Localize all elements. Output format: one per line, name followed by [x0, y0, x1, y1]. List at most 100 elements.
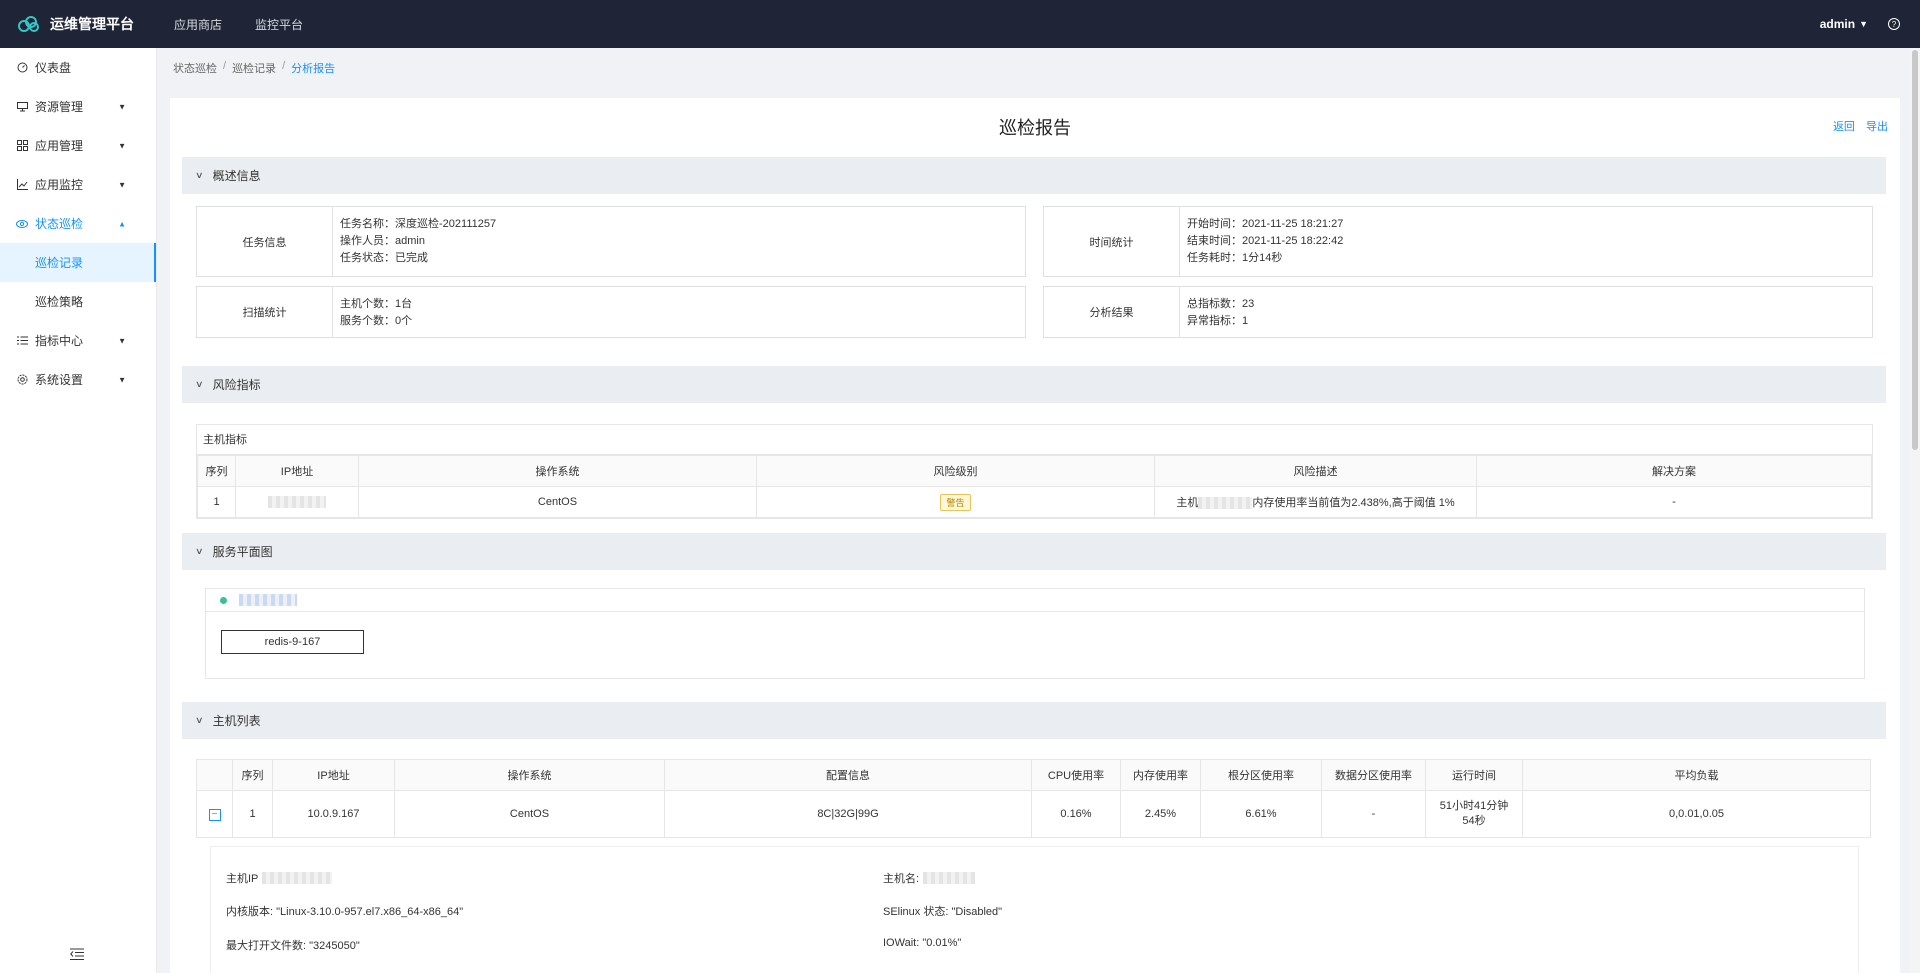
row-ip-masked [235, 486, 359, 518]
section-risk-header[interactable]: ∨ 风险指标 [182, 366, 1886, 403]
host-table: 序列 IP地址 操作系统 配置信息 CPU使用率 内存使用率 根分区使用率 数据… [196, 759, 1871, 838]
breadcrumb: 状态巡检 / 巡检记录 / 分析报告 [173, 60, 341, 76]
sidebar-item-app-monitor[interactable]: 应用监控 ▼ [0, 165, 156, 204]
col-level: 风险级别 [756, 455, 1155, 487]
section-overview-header[interactable]: ∨ 概述信息 [182, 157, 1886, 194]
scan-stats-box: 扫描统计 主机个数：1台 服务个数：0个 [196, 286, 1026, 338]
sidebar-item-apps[interactable]: 应用管理 ▼ [0, 126, 156, 165]
sidebar-item-metrics[interactable]: 指标中心 ▼ [0, 321, 156, 360]
chevron-down-icon: ∨ [195, 715, 204, 725]
breadcrumb-separator: / [223, 60, 227, 72]
col-ip: IP地址 [235, 455, 359, 487]
row-mem: 2.45% [1120, 790, 1201, 838]
sidebar-subitem-policy[interactable]: 巡检策略 [0, 282, 156, 321]
dashboard-icon [16, 62, 28, 74]
section-host-list-header[interactable]: ∨ 主机列表 [182, 702, 1886, 739]
task-operator: 操作人员：admin [340, 235, 425, 247]
time-stats-box: 时间统计 开始时间：2021-11-25 18:21:27 结束时间：2021-… [1043, 206, 1873, 277]
table-row: 1 CentOS 警告 主机 内存使用率当前值为2.438%,高于阈值 1% - [197, 486, 1872, 518]
service-count: 服务个数：0个 [340, 315, 413, 327]
chevron-down-icon: ∨ [195, 379, 204, 389]
page-scrollbar[interactable] [1910, 48, 1920, 973]
row-uptime: 51小时41分钟 54秒 [1425, 790, 1523, 838]
row-load: 0,0.01,0.05 [1522, 790, 1871, 838]
row-index: 1 [232, 790, 273, 838]
caret-down-icon: ▼ [118, 375, 126, 384]
row-index: 1 [197, 486, 236, 518]
row-level: 警告 [756, 486, 1155, 518]
table-row: − 1 10.0.9.167 CentOS 8C|32G|99G 0.16% 2… [196, 790, 1871, 838]
risk-table-caption: 主机指标 [197, 425, 1872, 455]
sidebar-item-resources[interactable]: 资源管理 ▼ [0, 87, 156, 126]
detail-hostname: 主机名: [883, 870, 976, 886]
table-header-row: 序列 IP地址 操作系统 风险级别 风险描述 解决方案 [197, 455, 1872, 487]
risk-table-wrap: 主机指标 序列 IP地址 操作系统 风险级别 风险描述 解决方案 1 CentO… [196, 424, 1873, 519]
time-stats-values: 开始时间：2021-11-25 18:21:27 结束时间：2021-11-25… [1180, 207, 1350, 276]
sidebar-item-label: 状态巡检 [35, 217, 84, 231]
hostname-label: 主机名: [883, 873, 920, 885]
row-data-partition: - [1321, 790, 1426, 838]
col-os: 操作系统 [358, 455, 757, 487]
user-menu[interactable]: admin ▼ [1820, 17, 1868, 31]
scrollbar-thumb[interactable] [1912, 50, 1918, 450]
report-panel: 巡检报告 返回 导出 ∨ 概述信息 任务信息 任务名称：深度巡检-2021112… [170, 98, 1900, 973]
service-map-host [206, 589, 1864, 612]
analysis-result-label: 分析结果 [1044, 287, 1180, 337]
end-time: 结束时间：2021-11-25 18:22:42 [1187, 235, 1344, 247]
top-nav: 应用商店 监控平台 [174, 16, 336, 33]
inspection-submenu: 巡检记录 巡检策略 [0, 243, 156, 321]
sidebar-subitem-records[interactable]: 巡检记录 [0, 243, 156, 282]
status-dot [220, 596, 227, 604]
uptime-line-2: 54秒 [1462, 815, 1486, 827]
analysis-result-values: 总指标数：23 异常指标：1 [1180, 287, 1261, 337]
brand[interactable]: 运维管理平台 [0, 14, 157, 34]
start-time: 开始时间：2021-11-25 18:21:27 [1187, 218, 1344, 230]
menu-collapse-icon[interactable] [70, 947, 84, 963]
section-service-map-header[interactable]: ∨ 服务平面图 [182, 533, 1886, 570]
app-title: 运维管理平台 [50, 16, 134, 32]
sidebar-item-settings[interactable]: 系统设置 ▼ [0, 360, 156, 399]
task-info-box: 任务信息 任务名称：深度巡检-202111257 操作人员：admin 任务状态… [196, 206, 1026, 277]
sidebar-item-inspection[interactable]: 状态巡检 ▲ [0, 204, 156, 243]
col-config: 配置信息 [664, 759, 1032, 791]
row-solution: - [1476, 486, 1872, 518]
duration: 任务耗时：1分14秒 [1187, 252, 1283, 264]
detail-max-files: 最大打开文件数: "3245050" [226, 940, 360, 952]
warning-badge: 警告 [940, 493, 971, 511]
collapse-row-icon[interactable]: − [208, 808, 221, 821]
abnormal-metrics: 异常指标：1 [1187, 315, 1249, 327]
row-root-partition: 6.61% [1200, 790, 1322, 838]
desc-suffix: 内存使用率当前值为2.438%,高于阈值 1% [1252, 497, 1455, 509]
col-load: 平均负载 [1522, 759, 1871, 791]
apps-icon [16, 140, 28, 152]
row-expand-cell: − [196, 790, 233, 838]
col-cpu: CPU使用率 [1031, 759, 1121, 791]
help-icon[interactable]: ? [1888, 18, 1900, 30]
task-status: 任务状态：已完成 [340, 252, 428, 264]
task-info-values: 任务名称：深度巡检-202111257 操作人员：admin 任务状态：已完成 [333, 207, 503, 276]
service-map-box: redis-9-167 [205, 588, 1865, 679]
nav-monitor-platform[interactable]: 监控平台 [255, 16, 303, 33]
gear-icon [16, 374, 28, 386]
hostname-masked [923, 872, 976, 884]
cloud-logo-icon [18, 16, 39, 32]
col-expand [196, 759, 233, 791]
col-solution: 解决方案 [1476, 455, 1872, 487]
detail-selinux: SElinux 状态: "Disabled" [883, 906, 1003, 918]
line-chart-icon [16, 179, 28, 191]
row-os: CentOS [358, 486, 757, 518]
nav-app-store[interactable]: 应用商店 [174, 16, 222, 33]
sidebar-item-label: 仪表盘 [35, 61, 72, 75]
section-title: 概述信息 [212, 169, 261, 183]
sidebar-item-dashboard[interactable]: 仪表盘 [0, 48, 156, 87]
col-ip: IP地址 [272, 759, 395, 791]
service-node[interactable]: redis-9-167 [221, 630, 364, 654]
page-title: 巡检报告 [999, 118, 1071, 138]
caret-up-icon: ▲ [118, 219, 126, 228]
caret-down-icon: ▼ [118, 102, 126, 111]
back-link[interactable]: 返回 [1833, 121, 1855, 133]
breadcrumb-item-records[interactable]: 巡检记录 [232, 60, 276, 76]
detail-iowait: IOWait: "0.01%" [883, 937, 962, 949]
export-link[interactable]: 导出 [1866, 121, 1888, 133]
breadcrumb-item-inspection[interactable]: 状态巡检 [173, 60, 217, 76]
